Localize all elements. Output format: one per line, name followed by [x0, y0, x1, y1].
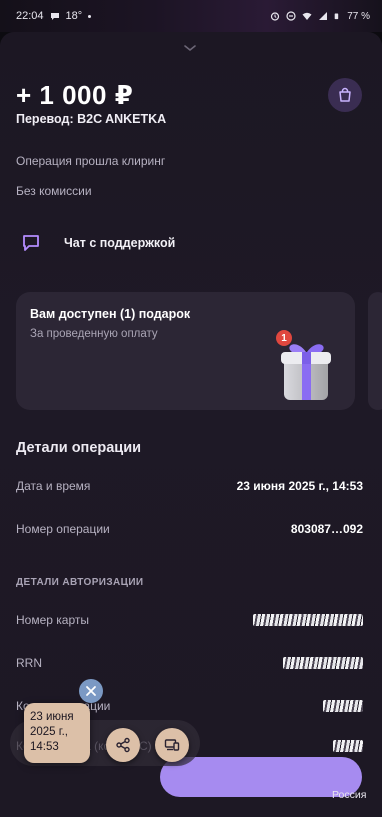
redacted-value [253, 614, 363, 626]
details-title: Детали операции [16, 440, 142, 456]
signal-icon [319, 12, 328, 20]
dot-icon [88, 14, 92, 18]
status-battery: 77 % [347, 10, 370, 22]
detail-key: RRN [16, 656, 42, 670]
devices-icon [164, 739, 180, 751]
status-temperature: 18° [65, 10, 83, 22]
support-chat-label: Чат с поддержкой [64, 236, 176, 250]
status-time: 22:04 [16, 10, 44, 22]
redacted-value [333, 740, 363, 752]
close-button[interactable] [79, 679, 103, 703]
redacted-value [283, 657, 363, 669]
devices-button[interactable] [155, 728, 189, 762]
gift-badge: 1 [276, 330, 292, 346]
floating-date-bubble[interactable]: 23 июня 2025 г., 14:53 [24, 703, 90, 763]
support-chat-link[interactable]: Чат с поддержкой [16, 228, 175, 258]
gift-title: Вам доступен (1) подарок [30, 307, 191, 321]
clearing-status: Операция прошла клиринг [16, 154, 166, 168]
detail-row-rrn: RRN [16, 653, 363, 673]
detail-row-operation-number: Номер операции 803087…092 [16, 519, 363, 539]
detail-key: Дата и время [16, 479, 91, 493]
shopping-bag-button[interactable] [328, 78, 362, 112]
operation-subtitle: Перевод: B2C ANKETKA [16, 112, 167, 126]
close-icon [86, 686, 96, 696]
redacted-value [323, 700, 363, 712]
message-icon [50, 13, 59, 20]
share-icon [116, 737, 130, 753]
detail-key: Номер операции [16, 522, 110, 536]
gift-subtitle: За проведенную оплату [30, 328, 158, 340]
gift-card[interactable]: Вам доступен (1) подарок За проведенную … [16, 292, 355, 410]
auth-details-title: ДЕТАЛИ АВТОРИЗАЦИИ [16, 577, 144, 588]
chevron-down-icon[interactable] [183, 44, 197, 52]
wifi-icon [302, 12, 312, 20]
dnd-icon [286, 11, 296, 21]
detail-row-card-number: Номер карты [16, 610, 363, 630]
share-button[interactable] [106, 728, 140, 762]
alarm-icon [271, 12, 280, 21]
next-card-peek[interactable] [368, 292, 382, 410]
detail-row-datetime: Дата и время 23 июня 2025 г., 14:53 [16, 476, 363, 496]
detail-value[interactable]: 23 июня 2025 г., 14:53 [237, 479, 363, 493]
operation-amount: + 1 000 ₽ [16, 80, 134, 110]
country-value: Россия [332, 789, 367, 801]
shopping-bag-icon [339, 87, 351, 102]
status-bar: 22:04 18° 77 % [0, 0, 382, 32]
detail-key: Номер карты [16, 613, 89, 627]
detail-value[interactable]: 803087…092 [291, 522, 363, 536]
operation-sheet: + 1 000 ₽ Перевод: B2C ANKETKA Операция … [0, 32, 382, 817]
commission-info: Без комиссии [16, 184, 92, 198]
battery-icon [334, 13, 339, 20]
chat-bubble-icon [16, 233, 46, 253]
